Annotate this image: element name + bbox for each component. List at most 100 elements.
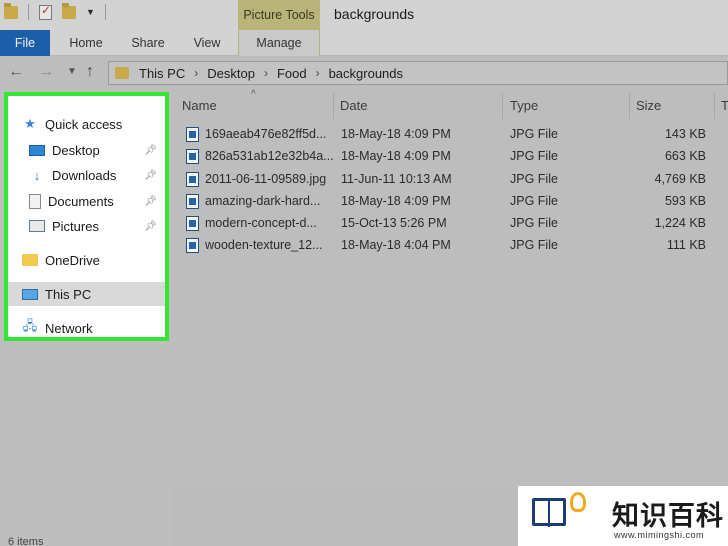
pictures-icon bbox=[29, 220, 45, 232]
sidebar-item-label: OneDrive bbox=[45, 252, 100, 268]
breadcrumb-food[interactable]: Food bbox=[277, 66, 307, 81]
tab-manage[interactable]: Manage bbox=[238, 30, 320, 56]
image-file-icon bbox=[186, 194, 199, 209]
sidebar-item-label: Quick access bbox=[45, 116, 123, 132]
pin-icon[interactable]: 📌︎ bbox=[144, 196, 157, 207]
file-name: modern-concept-d... bbox=[205, 216, 317, 230]
sidebar-item-this-pc[interactable]: This PC bbox=[8, 282, 165, 306]
file-type: JPG File bbox=[510, 216, 558, 230]
image-file-icon bbox=[186, 149, 199, 164]
file-size: 4,769 KB bbox=[654, 172, 706, 186]
file-size: 143 KB bbox=[664, 127, 706, 141]
table-row[interactable]: amazing-dark-hard... 18-May-18 4:09 PM J… bbox=[184, 191, 724, 213]
file-list: ^ Name Date Type Size T 169aeab476e82ff5… bbox=[172, 89, 728, 489]
file-name: 826a531ab12e32b4a... bbox=[205, 149, 334, 163]
column-divider[interactable] bbox=[629, 93, 630, 119]
pin-icon[interactable]: 📌︎ bbox=[144, 145, 157, 156]
breadcrumb-desktop[interactable]: Desktop bbox=[207, 66, 255, 81]
desktop-icon bbox=[29, 144, 45, 156]
tab-home[interactable]: Home bbox=[58, 30, 114, 56]
ribbon-tabs: File Home Share View Manage bbox=[0, 30, 728, 56]
tab-view[interactable]: View bbox=[182, 30, 232, 56]
sidebar-item-downloads[interactable]: ↓ Downloads 📌︎ bbox=[8, 163, 165, 187]
column-divider[interactable] bbox=[333, 93, 334, 119]
window-title: backgrounds bbox=[334, 6, 415, 22]
file-size: 1,224 KB bbox=[654, 216, 706, 230]
image-file-icon bbox=[186, 238, 199, 253]
new-folder-icon[interactable] bbox=[62, 2, 76, 19]
file-name: 2011-06-11-09589.jpg bbox=[205, 172, 327, 186]
column-header-date[interactable]: Date bbox=[340, 89, 367, 121]
table-row[interactable]: 826a531ab12e32b4a... 18-May-18 4:09 PM J… bbox=[184, 146, 724, 168]
folder-icon bbox=[22, 254, 38, 266]
toolbar-divider bbox=[104, 4, 106, 20]
sidebar-item-desktop[interactable]: Desktop 📌︎ bbox=[8, 138, 165, 162]
sidebar-item-label: Pictures bbox=[52, 218, 99, 234]
chevron-right-icon[interactable]: › bbox=[316, 66, 320, 80]
file-date: 11-Jun-11 10:13 AM bbox=[341, 172, 452, 186]
file-date: 18-May-18 4:09 PM bbox=[341, 194, 451, 208]
table-row[interactable]: modern-concept-d... 15-Oct-13 5:26 PM JP… bbox=[184, 213, 724, 235]
column-divider[interactable] bbox=[502, 93, 503, 119]
title-bar: ▼ Picture Tools backgrounds bbox=[0, 0, 728, 30]
navigation-pane: ★ Quick access Desktop 📌︎ ↓ Downloads 📌︎… bbox=[0, 89, 172, 546]
star-icon: ★ bbox=[24, 116, 36, 131]
folder-icon[interactable] bbox=[4, 2, 18, 19]
recent-locations-icon[interactable]: ▼ bbox=[67, 66, 77, 77]
sort-ascending-icon: ^ bbox=[251, 89, 256, 100]
toolbar-divider bbox=[28, 4, 29, 20]
file-name: amazing-dark-hard... bbox=[205, 194, 321, 208]
customize-toolbar-icon[interactable]: ▼ bbox=[86, 7, 95, 17]
forward-arrow-icon[interactable]: → bbox=[38, 63, 54, 81]
address-bar[interactable]: This PC › Desktop › Food › backgrounds bbox=[108, 61, 728, 85]
file-type: JPG File bbox=[510, 149, 558, 163]
sidebar-item-label: This PC bbox=[45, 286, 92, 302]
file-type: JPG File bbox=[510, 238, 558, 252]
sidebar-item-documents[interactable]: Documents 📌︎ bbox=[8, 189, 165, 213]
document-icon bbox=[29, 193, 41, 209]
lightbulb-icon bbox=[570, 492, 586, 512]
sidebar-item-quick-access[interactable]: ★ Quick access bbox=[8, 112, 165, 136]
breadcrumb-backgrounds[interactable]: backgrounds bbox=[329, 66, 403, 81]
back-arrow-icon[interactable]: ← bbox=[8, 63, 24, 81]
tab-file[interactable]: File bbox=[0, 30, 50, 56]
column-divider[interactable] bbox=[714, 93, 715, 119]
quick-access-toolbar: ▼ bbox=[4, 2, 106, 20]
status-item-count: 6 items bbox=[8, 536, 44, 546]
column-header-size[interactable]: Size bbox=[636, 89, 661, 121]
navigation-pane-highlight: ★ Quick access Desktop 📌︎ ↓ Downloads 📌︎… bbox=[4, 92, 169, 341]
breadcrumb-this-pc[interactable]: This PC bbox=[139, 66, 185, 81]
properties-icon[interactable] bbox=[39, 3, 52, 20]
watermark-text: 知识百科 bbox=[612, 501, 724, 532]
navigation-bar: ← → ▼ ↑ This PC › Desktop › Food › backg… bbox=[0, 57, 728, 89]
up-arrow-icon[interactable]: ↑ bbox=[86, 63, 94, 81]
watermark-url: www.mimingshi.com bbox=[614, 530, 705, 540]
sidebar-item-network[interactable]: 🖧︎ Network bbox=[8, 316, 165, 340]
file-date: 18-May-18 4:04 PM bbox=[341, 238, 451, 252]
column-header-more[interactable]: T bbox=[721, 89, 728, 121]
download-icon: ↓ bbox=[33, 167, 41, 183]
file-date: 18-May-18 4:09 PM bbox=[341, 149, 451, 163]
file-size: 111 KB bbox=[666, 238, 706, 252]
column-header-name[interactable]: Name bbox=[182, 89, 217, 121]
column-header-type[interactable]: Type bbox=[510, 89, 538, 121]
context-tab-title: Picture Tools bbox=[238, 0, 320, 30]
computer-icon bbox=[22, 288, 38, 300]
table-row[interactable]: 2011-06-11-09589.jpg 11-Jun-11 10:13 AM … bbox=[184, 169, 724, 191]
image-file-icon bbox=[186, 216, 199, 231]
chevron-right-icon[interactable]: › bbox=[264, 66, 268, 80]
file-name: wooden-texture_12... bbox=[205, 238, 323, 252]
image-file-icon bbox=[186, 172, 199, 187]
chevron-right-icon[interactable]: › bbox=[194, 66, 198, 80]
pin-icon[interactable]: 📌︎ bbox=[144, 221, 157, 232]
sidebar-item-onedrive[interactable]: OneDrive bbox=[8, 248, 165, 272]
sidebar-item-label: Network bbox=[45, 320, 93, 336]
table-row[interactable]: wooden-texture_12... 18-May-18 4:04 PM J… bbox=[184, 235, 724, 257]
sidebar-item-pictures[interactable]: Pictures 📌︎ bbox=[8, 214, 165, 238]
tab-share[interactable]: Share bbox=[120, 30, 176, 56]
file-date: 18-May-18 4:09 PM bbox=[341, 127, 451, 141]
sidebar-item-label: Downloads bbox=[52, 167, 117, 183]
pin-icon[interactable]: 📌︎ bbox=[144, 170, 157, 181]
book-icon bbox=[532, 498, 566, 527]
table-row[interactable]: 169aeab476e82ff5d... 18-May-18 4:09 PM J… bbox=[184, 124, 724, 146]
